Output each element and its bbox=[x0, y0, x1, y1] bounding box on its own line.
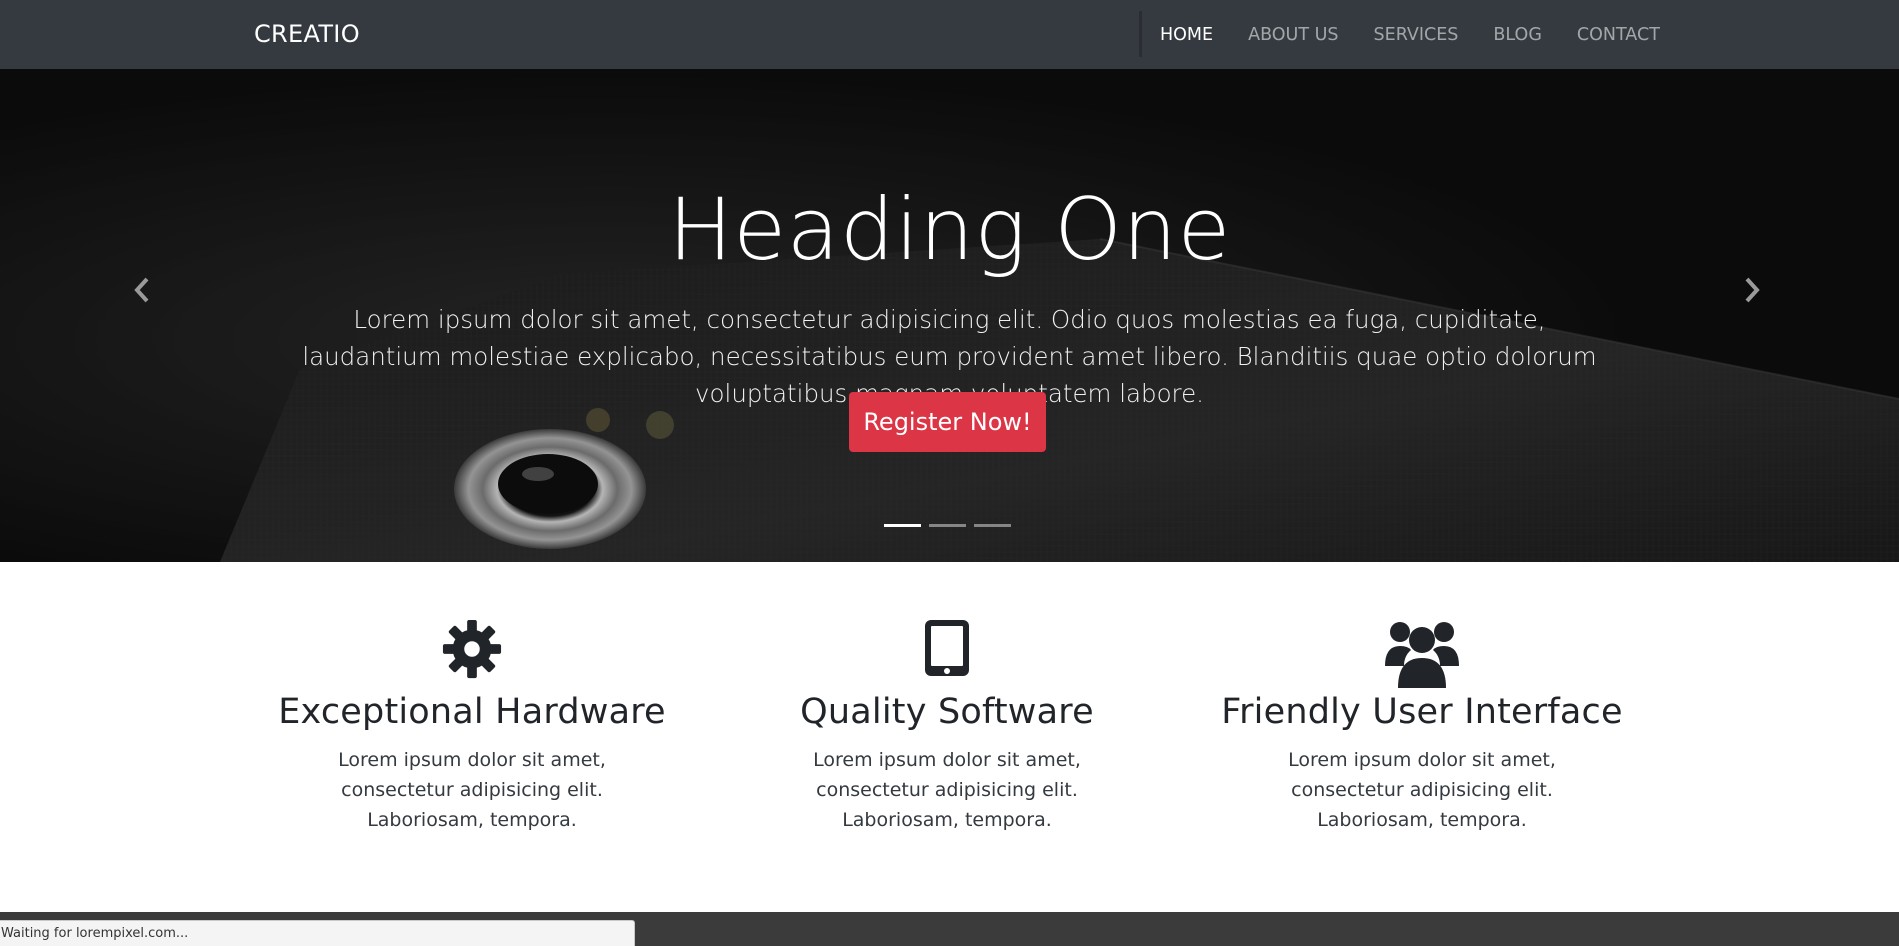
feature-text: Lorem ipsum dolor sit amet, consectetur … bbox=[1288, 749, 1556, 831]
browser-status-bar: Waiting for lorempixel.com... bbox=[0, 920, 635, 946]
nav-link-services[interactable]: SERVICES bbox=[1374, 25, 1459, 45]
nav-link-home[interactable]: HOME bbox=[1160, 25, 1213, 45]
nav-links: HOME ABOUT US SERVICES BLOG CONTACT bbox=[1142, 0, 1676, 69]
carousel-indicator-1[interactable] bbox=[884, 524, 921, 527]
top-navbar: CREATIO HOME ABOUT US SERVICES BLOG CONT… bbox=[0, 0, 1899, 69]
register-now-button[interactable]: Register Now! bbox=[849, 392, 1046, 452]
feature-title: Exceptional Hardware bbox=[278, 692, 666, 732]
tablet-icon bbox=[925, 620, 969, 676]
carousel-indicator-3[interactable] bbox=[974, 524, 1011, 527]
feature-text: Lorem ipsum dolor sit amet, consectetur … bbox=[813, 749, 1081, 831]
feature-title: Quality Software bbox=[800, 692, 1094, 732]
hero-carousel: Heading One Lorem ipsum dolor sit amet, … bbox=[0, 69, 1899, 562]
feature-text: Lorem ipsum dolor sit amet, consectetur … bbox=[338, 749, 606, 831]
feature-title: Friendly User Interface bbox=[1221, 692, 1623, 732]
nav-link-contact[interactable]: CONTACT bbox=[1577, 25, 1660, 45]
users-icon bbox=[1385, 622, 1459, 688]
brand-logo[interactable]: CREATIO bbox=[254, 20, 360, 48]
nav-link-about-us[interactable]: ABOUT US bbox=[1248, 25, 1338, 45]
chevron-right-icon bbox=[1745, 277, 1760, 303]
chevron-left-icon bbox=[134, 277, 149, 303]
carousel-indicators bbox=[884, 524, 1011, 527]
gear-icon bbox=[442, 619, 502, 679]
features-section: Exceptional Hardware Lorem ipsum dolor s… bbox=[0, 562, 1899, 912]
nav-link-blog[interactable]: BLOG bbox=[1493, 25, 1541, 45]
carousel-indicator-2[interactable] bbox=[929, 524, 966, 527]
hero-heading: Heading One bbox=[668, 180, 1231, 280]
